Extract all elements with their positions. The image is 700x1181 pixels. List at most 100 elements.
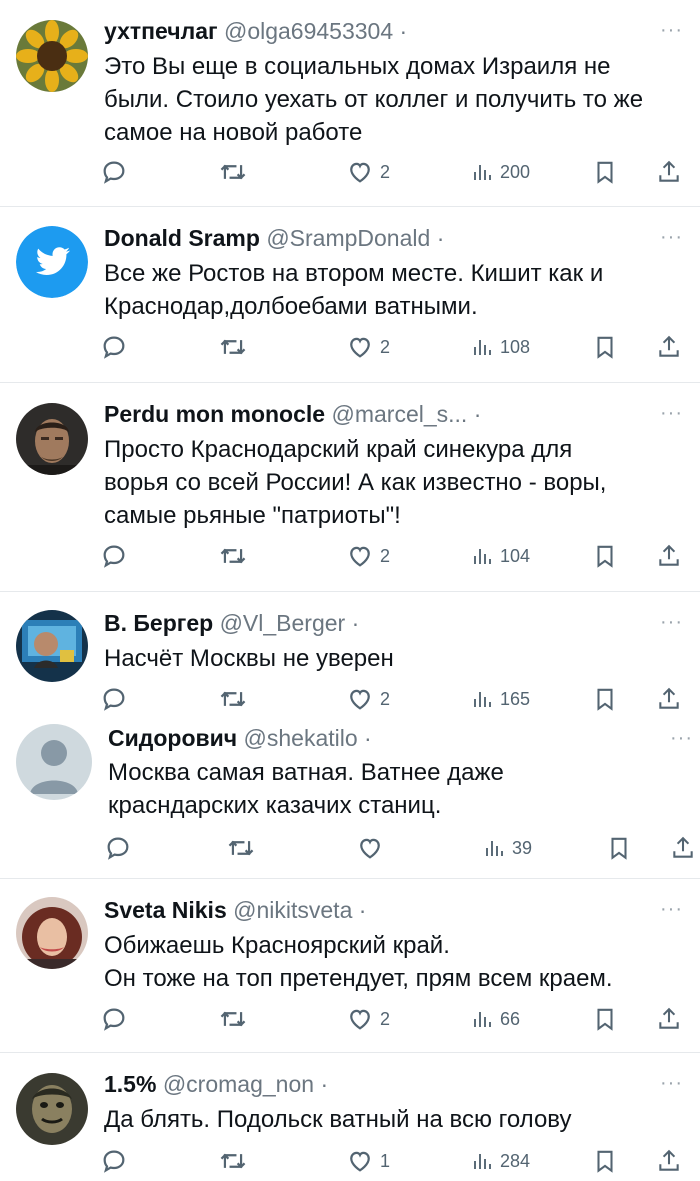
user-handle[interactable]: @olga69453304 bbox=[224, 18, 393, 44]
bookmark-button[interactable] bbox=[606, 830, 632, 866]
tweet-text-line: Он тоже на топ претендует, прям всем кра… bbox=[104, 965, 613, 992]
like-button[interactable] bbox=[356, 830, 390, 866]
display-name[interactable]: Сидорович bbox=[108, 725, 237, 751]
bookmark-button[interactable] bbox=[592, 1143, 618, 1179]
reply-icon bbox=[103, 688, 125, 711]
tweet-header: Perdu mon monocle @marcel_s... · bbox=[104, 400, 481, 428]
reply-icon bbox=[103, 1008, 125, 1031]
display-name[interactable]: ухтпечлаг bbox=[104, 18, 218, 44]
bookmark-button[interactable] bbox=[592, 154, 618, 190]
views-button[interactable]: 108 bbox=[470, 329, 530, 365]
more-options-icon[interactable]: ··· bbox=[660, 20, 683, 40]
reply-button[interactable] bbox=[100, 329, 128, 365]
view-count: 284 bbox=[500, 1150, 531, 1171]
share-icon bbox=[659, 1149, 679, 1171]
bookmark-button[interactable] bbox=[592, 1001, 618, 1037]
user-handle[interactable]: @shekatilo bbox=[244, 725, 358, 751]
reply-button[interactable] bbox=[100, 154, 128, 190]
like-button[interactable]: 2 bbox=[346, 329, 390, 365]
share-button[interactable] bbox=[656, 1143, 682, 1179]
twitter-bird-avatar[interactable] bbox=[16, 226, 88, 298]
like-button[interactable]: 2 bbox=[346, 538, 390, 574]
like-button[interactable]: 2 bbox=[346, 1001, 390, 1037]
user-handle[interactable]: @SrampDonald bbox=[266, 225, 430, 251]
share-button[interactable] bbox=[656, 154, 682, 190]
tweet-text: Насчёт Москвы не уверен bbox=[104, 642, 689, 675]
reply-button[interactable] bbox=[100, 1143, 128, 1179]
mask-portrait-avatar[interactable] bbox=[16, 1073, 88, 1145]
separator-dot: · bbox=[364, 725, 372, 751]
bookmark-button[interactable] bbox=[592, 681, 618, 717]
display-name[interactable]: 1.5% bbox=[104, 1071, 156, 1097]
share-button[interactable] bbox=[656, 329, 682, 365]
tweet[interactable]: Donald Sramp @SrampDonald · ··· Все же Р… bbox=[0, 207, 700, 382]
tweet[interactable]: Perdu mon monocle @marcel_s... · ··· Про… bbox=[0, 383, 700, 591]
tweet-header: Donald Sramp @SrampDonald · bbox=[104, 224, 444, 252]
display-name[interactable]: В. Бергер bbox=[104, 610, 213, 636]
views-button[interactable]: 165 bbox=[470, 681, 530, 717]
retweet-button[interactable] bbox=[226, 830, 256, 866]
reply-button[interactable] bbox=[100, 681, 128, 717]
tweet[interactable]: В. Бергер @Vl_Berger · ··· Насчёт Москвы… bbox=[0, 592, 700, 718]
views-button[interactable]: 66 bbox=[470, 1001, 520, 1037]
share-icon bbox=[659, 544, 679, 566]
retweet-button[interactable] bbox=[218, 538, 248, 574]
views-icon bbox=[474, 340, 491, 355]
photo-avatar[interactable] bbox=[16, 610, 88, 682]
share-button[interactable] bbox=[656, 1001, 682, 1037]
display-name[interactable]: Donald Sramp bbox=[104, 225, 260, 251]
reply-button[interactable] bbox=[104, 830, 132, 866]
views-button[interactable]: 104 bbox=[470, 538, 530, 574]
retweet-button[interactable] bbox=[218, 681, 248, 717]
share-button[interactable] bbox=[670, 830, 696, 866]
heart-icon bbox=[350, 337, 370, 358]
retweet-button[interactable] bbox=[218, 154, 248, 190]
user-handle[interactable]: @nikitsveta bbox=[233, 897, 352, 923]
retweet-button[interactable] bbox=[218, 1001, 248, 1037]
tweet-text: Да блять. Подольск ватный на всю голову bbox=[104, 1103, 689, 1136]
bookmark-button[interactable] bbox=[592, 538, 618, 574]
bookmark-icon bbox=[597, 1008, 613, 1031]
tweet-text-line: были. Стоило уехать от коллег и получить… bbox=[104, 86, 644, 113]
tweet-text-line: самое на новой работе bbox=[104, 119, 363, 146]
default-user-avatar[interactable] bbox=[16, 724, 92, 800]
like-button[interactable]: 1 bbox=[346, 1143, 390, 1179]
reply-button[interactable] bbox=[100, 1001, 128, 1037]
more-options-icon[interactable]: ··· bbox=[660, 1073, 683, 1093]
reply-button[interactable] bbox=[100, 538, 128, 574]
like-count: 2 bbox=[380, 688, 391, 709]
tweet[interactable]: Sveta Nikis @nikitsveta · ··· Обижаешь К… bbox=[0, 879, 700, 1052]
retweet-icon bbox=[220, 1153, 246, 1169]
share-button[interactable] bbox=[656, 538, 682, 574]
display-name[interactable]: Perdu mon monocle bbox=[104, 401, 325, 427]
retweet-button[interactable] bbox=[218, 329, 248, 365]
views-button[interactable]: 284 bbox=[470, 1143, 530, 1179]
user-handle[interactable]: @cromag_non bbox=[163, 1071, 314, 1097]
more-options-icon[interactable]: ··· bbox=[660, 612, 683, 632]
more-options-icon[interactable]: ··· bbox=[660, 899, 683, 919]
bookmark-button[interactable] bbox=[592, 329, 618, 365]
like-button[interactable]: 2 bbox=[346, 154, 390, 190]
woman-portrait-avatar[interactable] bbox=[16, 897, 88, 969]
user-handle[interactable]: @marcel_s... bbox=[331, 401, 467, 427]
tweet-text: Просто Краснодарский край синекура для в… bbox=[104, 433, 689, 532]
share-button[interactable] bbox=[656, 681, 682, 717]
retweet-button[interactable] bbox=[218, 1143, 248, 1179]
bookmark-icon bbox=[597, 336, 613, 359]
bookmark-icon bbox=[597, 688, 613, 711]
more-options-icon[interactable]: ··· bbox=[670, 728, 693, 748]
views-button[interactable]: 39 bbox=[482, 830, 532, 866]
more-options-icon[interactable]: ··· bbox=[660, 403, 683, 423]
views-button[interactable]: 200 bbox=[470, 154, 530, 190]
sunflower-avatar[interactable] bbox=[16, 20, 88, 92]
display-name[interactable]: Sveta Nikis bbox=[104, 897, 227, 923]
view-count: 200 bbox=[500, 161, 531, 182]
tweet[interactable]: Сидорович @shekatilo · ··· Москва самая … bbox=[0, 718, 700, 878]
views-icon bbox=[486, 841, 503, 856]
like-button[interactable]: 2 bbox=[346, 681, 390, 717]
more-options-icon[interactable]: ··· bbox=[660, 227, 683, 247]
tweet[interactable]: 1.5% @cromag_non · ··· Да блять. Подольс… bbox=[0, 1053, 700, 1181]
man-portrait-avatar[interactable] bbox=[16, 403, 88, 475]
user-handle[interactable]: @Vl_Berger bbox=[220, 610, 346, 636]
tweet[interactable]: ухтпечлаг @olga69453304 · ··· Это Вы еще… bbox=[0, 0, 700, 206]
